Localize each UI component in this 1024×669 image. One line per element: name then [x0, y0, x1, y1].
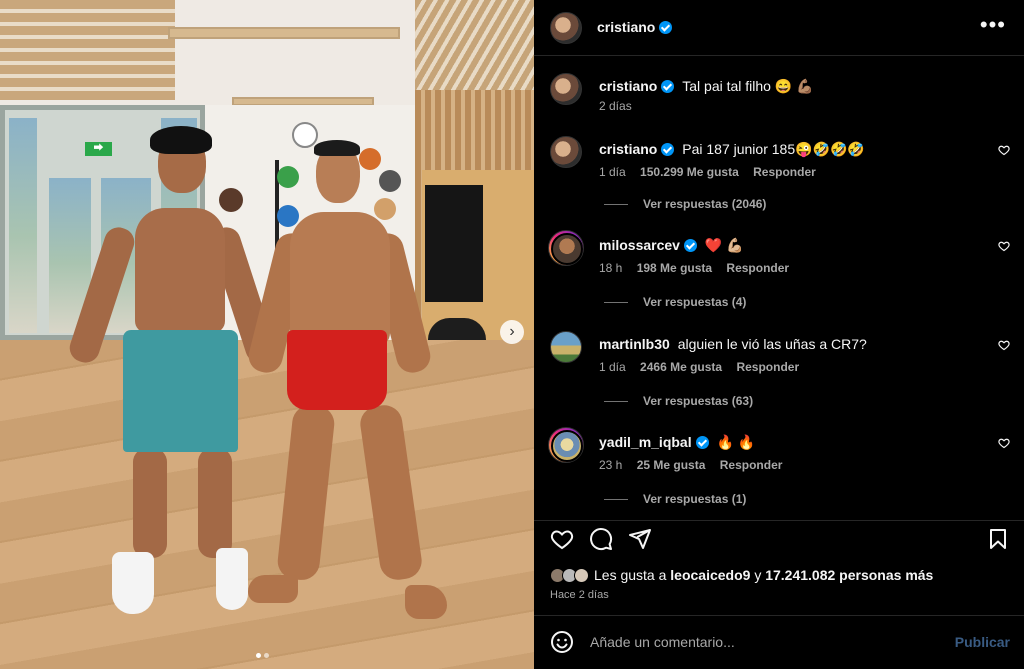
boy-leg [198, 448, 232, 558]
verified-badge-icon [661, 80, 675, 93]
boy-shorts [123, 330, 238, 452]
caption-username[interactable]: cristiano [599, 78, 657, 94]
caption-time[interactable]: 2 días [599, 99, 632, 113]
comment-body: 🔥 🔥 [716, 434, 756, 450]
comment-time[interactable]: 1 día [599, 165, 626, 179]
reply-button[interactable]: Responder [720, 458, 783, 472]
commenter-avatar[interactable] [550, 331, 582, 363]
carousel-dot [264, 653, 269, 658]
view-replies-button[interactable]: Ver respuestas (2046) [604, 197, 766, 211]
comment-likes[interactable]: 25 Me gusta [637, 458, 706, 472]
likes-summary: Les gusta a leocaicedo9 y 17.241.082 per… [550, 566, 933, 584]
reply-button[interactable]: Responder [736, 360, 799, 374]
heart-icon[interactable] [998, 240, 1010, 252]
exit-sign-icon: ⮕ [85, 142, 112, 156]
comment-meta: 23 h 25 Me gusta Responder [599, 458, 793, 472]
man-hair [314, 140, 360, 156]
man-shorts [287, 330, 387, 410]
commenter-username[interactable]: cristiano [599, 141, 657, 157]
carousel-indicator [256, 645, 276, 658]
paper-plane-icon[interactable] [628, 527, 652, 551]
author-avatar[interactable] [550, 12, 582, 44]
caption-meta: 2 días [599, 99, 643, 113]
comment-meta: 1 día 2466 Me gusta Responder [599, 360, 810, 374]
verified-badge-icon [661, 143, 675, 156]
commenter-username[interactable]: martinlb30 [599, 336, 670, 352]
likes-text: Les gusta a leocaicedo9 y 17.241.082 per… [594, 567, 934, 583]
comment-text: yadil_m_iqbal 🔥 🔥 [599, 434, 755, 451]
sock [216, 548, 248, 610]
caption-text: cristiano Tal pai tal filho 😄 💪🏽 [599, 78, 814, 95]
heart-icon[interactable] [998, 437, 1010, 449]
boy-torso [135, 208, 225, 333]
comment-text: cristiano Pai 187 junior 185😜🤣🤣🤣 [599, 141, 865, 158]
man-foot [405, 585, 447, 619]
man-foot [248, 575, 298, 603]
caption-body: Tal pai tal filho 😄 💪🏽 [682, 78, 814, 94]
comment-meta: 1 día 150.299 Me gusta Responder [599, 165, 827, 179]
boy-hair [150, 126, 212, 154]
comment-likes[interactable]: 150.299 Me gusta [640, 165, 739, 179]
add-comment-bar: Publicar [534, 615, 1024, 669]
ceiling-light [168, 27, 400, 39]
next-slide-button[interactable]: › [500, 320, 524, 344]
heart-icon[interactable] [550, 527, 574, 551]
ceiling-slats-right [415, 0, 534, 100]
reply-button[interactable]: Responder [753, 165, 816, 179]
comment-time[interactable]: 1 día [599, 360, 626, 374]
comment-body: alguien le vió las uñas a CR7? [677, 336, 867, 352]
comment-input[interactable] [590, 632, 930, 652]
reply-button[interactable]: Responder [726, 261, 789, 275]
commenter-avatar[interactable] [548, 427, 584, 463]
emoji-icon[interactable] [550, 630, 574, 654]
caption-avatar[interactable] [550, 73, 582, 105]
comment-body: Pai 187 junior 185😜🤣🤣🤣 [682, 141, 865, 157]
comment-text: martinlb30 alguien le vió las uñas a CR7… [599, 336, 867, 352]
likes-count-link[interactable]: 17.241.082 personas más [765, 567, 933, 583]
post-sidebar: cristiano ••• cristiano Tal pai tal filh… [534, 0, 1024, 669]
ceiling-slats [0, 0, 175, 100]
post-timestamp[interactable]: Hace 2 días [550, 589, 609, 601]
more-options-icon[interactable]: ••• [980, 12, 1006, 38]
commenter-username[interactable]: yadil_m_iqbal [599, 434, 692, 450]
comment-text: milossarcev ❤️ 💪🏼 [599, 237, 744, 254]
comment-likes[interactable]: 198 Me gusta [637, 261, 712, 275]
action-bar [534, 520, 1024, 554]
comment-bubble-icon[interactable] [589, 527, 613, 551]
comment-body: ❤️ 💪🏼 [704, 237, 744, 253]
man-torso [290, 212, 390, 347]
view-replies-button[interactable]: Ver respuestas (4) [604, 295, 746, 309]
comment-likes[interactable]: 2466 Me gusta [640, 360, 722, 374]
heart-icon[interactable] [998, 144, 1010, 156]
author-username[interactable]: cristiano [597, 19, 673, 35]
commenter-username[interactable]: milossarcev [599, 237, 680, 253]
wall-decor [219, 188, 243, 212]
commenter-avatar[interactable] [550, 136, 582, 168]
publish-button[interactable]: Publicar [955, 634, 1010, 650]
wood-floor [0, 340, 534, 669]
bookmark-icon[interactable] [986, 527, 1010, 551]
verified-badge-icon [659, 21, 673, 34]
chevron-right-icon: › [509, 323, 515, 340]
liker-avatar [574, 567, 589, 583]
post-header: cristiano ••• [534, 0, 1024, 56]
liker-username[interactable]: leocaicedo9 [670, 567, 750, 583]
wall-clock [292, 122, 318, 148]
comment-time[interactable]: 18 h [599, 261, 622, 275]
boy-leg [133, 448, 167, 558]
post-media[interactable]: ⮕ › [0, 0, 534, 669]
comment-time[interactable]: 23 h [599, 458, 622, 472]
commenter-avatar[interactable] [548, 230, 584, 266]
view-replies-button[interactable]: Ver respuestas (63) [604, 394, 753, 408]
sock [112, 552, 154, 614]
carousel-dot-active [256, 653, 261, 658]
comment-meta: 18 h 198 Me gusta Responder [599, 261, 800, 275]
verified-badge-icon [683, 239, 697, 252]
verified-badge-icon [695, 436, 709, 449]
view-replies-button[interactable]: Ver respuestas (1) [604, 492, 746, 506]
tv-screen [425, 185, 483, 302]
heart-icon[interactable] [998, 339, 1010, 351]
